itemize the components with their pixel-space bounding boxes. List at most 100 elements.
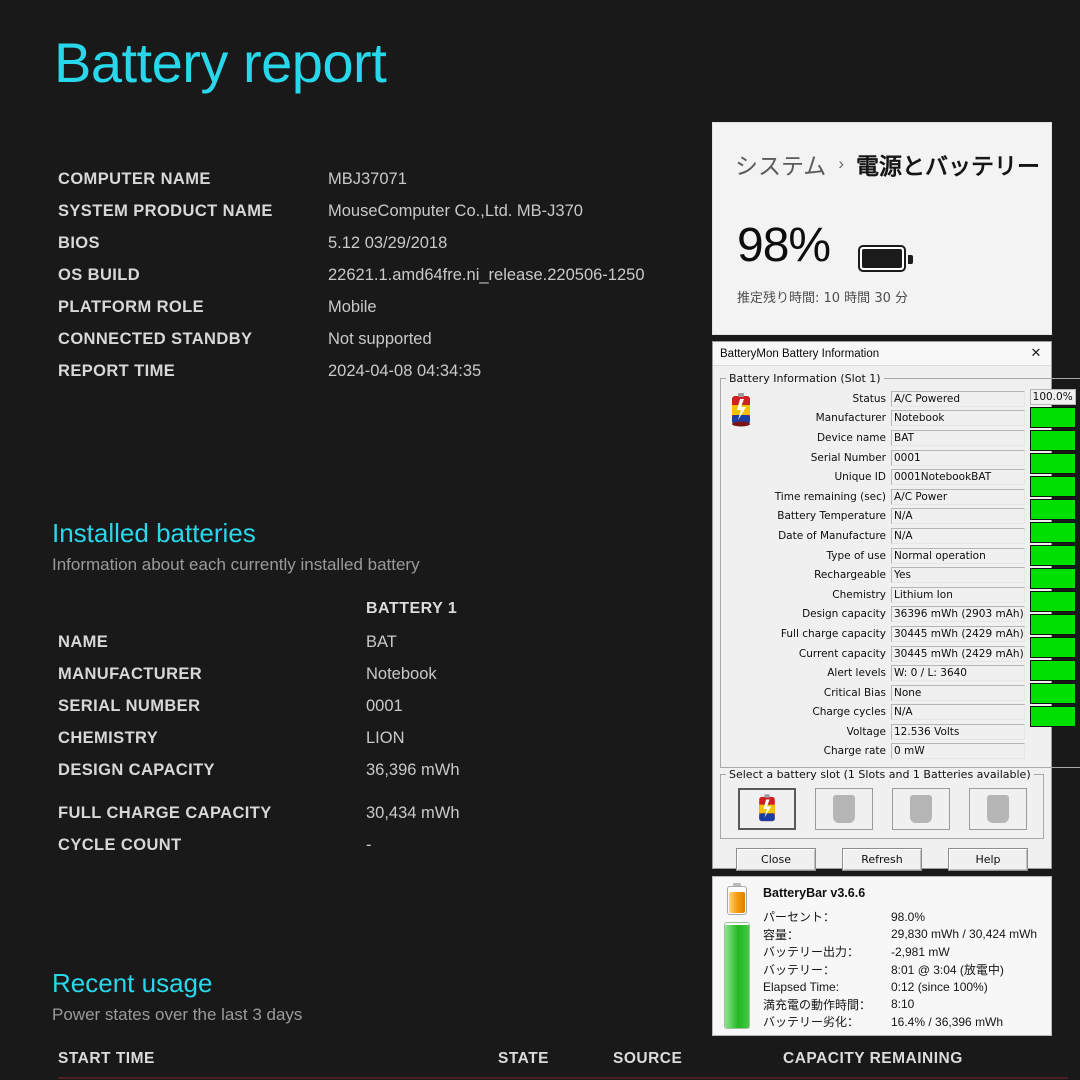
gauge-segments — [1029, 407, 1076, 727]
empty-slot-icon — [986, 795, 1009, 824]
slot-group-title: Select a battery slot (1 Slots and 1 Bat… — [729, 768, 1031, 782]
field-value[interactable]: 0001NotebookBAT — [891, 469, 1025, 486]
battery-slot-group: Select a battery slot (1 Slots and 1 Bat… — [720, 768, 1044, 840]
row-label: MANUFACTURER — [58, 665, 203, 683]
table-row: OS BUILD 22621.1.amd64fre.ni_release.220… — [58, 266, 718, 298]
help-button[interactable]: Help — [948, 848, 1028, 872]
info-row: バッテリー： 8:01 @ 3:04 (放電中) — [763, 961, 1043, 979]
breadcrumb: システム › 電源とバッテリー — [735, 147, 1040, 181]
batterybar-gauge-column — [719, 883, 755, 1029]
field-label: Manufacturer — [815, 412, 886, 425]
section-heading: Recent usage — [52, 968, 213, 998]
field-value[interactable]: A/C Powered — [891, 390, 1025, 407]
field-row: Date of Manufacture N/A — [768, 526, 1025, 546]
field-value[interactable]: N/A — [891, 508, 1025, 525]
column-header-start-time: START TIME — [58, 1050, 498, 1079]
info-label: 満充電の動作時間： — [763, 997, 872, 1012]
table-row: FULL CHARGE CAPACITY 30,434 mWh — [58, 804, 718, 836]
field-row: Type of use Normal operation — [768, 546, 1025, 566]
dialog-button-bar: Close Refresh Help — [720, 848, 1044, 872]
close-icon[interactable]: ✕ — [1021, 343, 1051, 365]
field-label: Alert levels — [827, 667, 886, 680]
row-value: MouseComputer Co.,Ltd. MB-J370 — [328, 202, 583, 220]
field-value[interactable]: Yes — [891, 567, 1025, 584]
charge-gauge: 100.0% — [1029, 389, 1076, 761]
gauge-segment — [1029, 637, 1076, 658]
field-value[interactable]: N/A — [891, 704, 1025, 721]
row-label: PLATFORM ROLE — [58, 298, 205, 316]
breadcrumb-system-link[interactable]: システム — [735, 147, 826, 181]
estimated-time-remaining: 推定残り時間: 10 時間 30 分 — [737, 291, 908, 306]
field-value[interactable]: Notebook — [891, 410, 1025, 427]
table-row: NAME BAT — [58, 633, 718, 665]
table-row: CONNECTED STANDBY Not supported — [58, 330, 718, 362]
field-label: Design capacity — [802, 608, 886, 621]
field-value[interactable]: 30445 mWh (2429 mAh) — [891, 625, 1025, 642]
row-label: DESIGN CAPACITY — [58, 761, 215, 779]
breadcrumb-current-page: 電源とバッテリー — [855, 154, 1040, 180]
info-label: バッテリー出力： — [763, 945, 860, 960]
power-and-battery-settings-card: システム › 電源とバッテリー 98% 推定残り時間: 10 時間 30 分 — [712, 122, 1052, 335]
row-label: OS BUILD — [58, 266, 141, 284]
battery-level-fill — [725, 925, 749, 1028]
battery-mascot-icon — [726, 389, 768, 761]
row-label: CYCLE COUNT — [58, 836, 182, 854]
info-value: 98.0% — [891, 909, 926, 924]
field-label: Critical Bias — [823, 686, 886, 699]
gauge-segment — [1029, 407, 1076, 428]
field-value[interactable]: 0001 — [891, 449, 1025, 466]
refresh-button[interactable]: Refresh — [842, 848, 922, 872]
recent-usage-table-header: START TIME STATE SOURCE CAPACITY REMAINI… — [58, 1050, 1068, 1079]
field-value[interactable]: W: 0 / L: 3640 — [891, 665, 1025, 682]
table-row: SERIAL NUMBER 0001 — [58, 697, 718, 729]
page-title: Battery report — [54, 31, 387, 94]
dialog-title-bar[interactable]: BatteryMon Battery Information ✕ — [713, 342, 1051, 366]
field-value[interactable]: N/A — [891, 527, 1025, 544]
field-row: Charge cycles N/A — [768, 703, 1025, 723]
field-value[interactable]: BAT — [891, 429, 1025, 446]
table-row: PLATFORM ROLE Mobile — [58, 298, 718, 330]
section-subheading: Information about each currently install… — [52, 555, 420, 574]
info-label: バッテリー劣化： — [763, 1015, 860, 1030]
info-label: パーセント： — [763, 910, 836, 925]
field-label: Serial Number — [810, 451, 886, 464]
table-row: CHEMISTRY LION — [58, 729, 718, 761]
close-button[interactable]: Close — [736, 848, 816, 872]
field-value[interactable]: 12.536 Volts — [891, 723, 1025, 740]
info-row: バッテリー出力： -2,981 mW — [763, 943, 1043, 961]
field-label: Device name — [816, 431, 886, 444]
field-value[interactable]: 36396 mWh (2903 mAh) — [891, 606, 1025, 623]
row-label: SERIAL NUMBER — [58, 697, 201, 715]
row-value: BAT — [366, 633, 397, 651]
column-header-state: STATE — [498, 1050, 613, 1079]
field-value[interactable]: 0 mW — [891, 743, 1025, 760]
field-value[interactable]: A/C Power — [891, 488, 1025, 505]
field-value[interactable]: Lithium Ion — [891, 586, 1025, 603]
slot-2-button[interactable] — [814, 788, 873, 831]
field-value[interactable]: None — [891, 684, 1025, 701]
field-value[interactable]: Normal operation — [891, 547, 1025, 564]
row-label: REPORT TIME — [58, 362, 176, 380]
table-row: REPORT TIME 2024-04-08 04:34:35 — [58, 362, 718, 394]
field-value[interactable]: 30445 mWh (2429 mAh) — [891, 645, 1025, 662]
section-heading: Installed batteries — [52, 518, 256, 548]
field-row: Battery Temperature N/A — [768, 507, 1025, 527]
gauge-segment — [1029, 568, 1076, 589]
slot-1-button[interactable] — [737, 788, 796, 831]
field-row: Current capacity 30445 mWh (2429 mAh) — [768, 644, 1025, 664]
gauge-segment — [1029, 591, 1076, 612]
field-row: Manufacturer Notebook — [768, 409, 1025, 429]
table-row: DESIGN CAPACITY 36,396 mWh — [58, 761, 718, 793]
field-row: Device name BAT — [768, 428, 1025, 448]
field-row: Rechargeable Yes — [768, 565, 1025, 585]
column-header-battery-1: BATTERY 1 — [366, 600, 458, 617]
row-value: 30,434 mWh — [366, 804, 460, 822]
field-label: Charge rate — [823, 745, 886, 758]
field-row: Full charge capacity 30445 mWh (2429 mAh) — [768, 624, 1025, 644]
table-row: SYSTEM PRODUCT NAME MouseComputer Co.,Lt… — [58, 202, 718, 234]
table-row: COMPUTER NAME MBJ37071 — [58, 170, 718, 202]
battery-full-icon — [858, 245, 913, 272]
slot-4-button[interactable] — [968, 788, 1027, 831]
slot-3-button[interactable] — [891, 788, 950, 831]
installed-batteries-section: Installed batteries Information about ea… — [52, 518, 420, 575]
